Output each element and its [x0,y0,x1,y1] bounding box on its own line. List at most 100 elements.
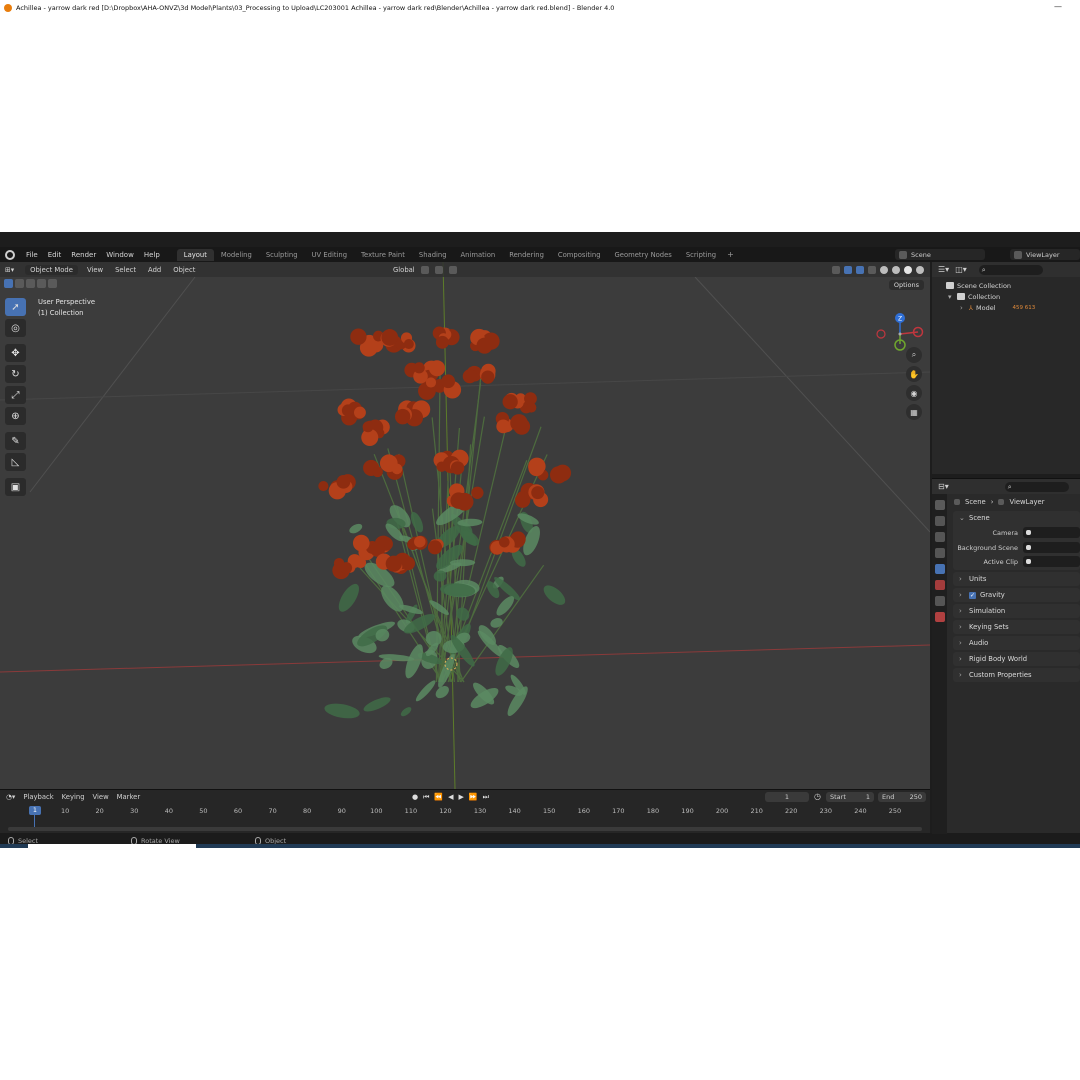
solid-shading-icon[interactable] [892,265,900,274]
pivot-icon[interactable] [420,265,429,274]
current-frame-field[interactable]: 1 [765,792,809,802]
cursor-tool-icon[interactable]: ◎ [5,319,26,337]
rendered-shading-icon[interactable] [916,265,924,274]
active-clip-selector[interactable] [1023,556,1080,567]
workspace-tab-shading[interactable]: Shading [412,249,454,261]
frame-ruler[interactable]: 1 10 20 30 40 50 60 70 80 90 100 110 120 130 140 150 16… [0,805,930,833]
select-box-tool-icon[interactable]: ➚ [5,298,26,316]
record-icon[interactable]: ● [412,793,418,802]
menu-marker[interactable]: Marker [117,793,141,801]
scale-tool-icon[interactable]: ⤢ [5,386,26,404]
next-keyframe-icon[interactable]: ⏩ [469,793,478,802]
menu-keying[interactable]: Keying [62,793,85,801]
editor-type-icon[interactable]: ⊞▾ [0,265,19,275]
outliner-collection[interactable]: ▾ Collection [932,291,1080,302]
viewlayer-selector[interactable]: ViewLayer [1010,249,1080,260]
outliner-search-icon[interactable]: ⌕ [978,264,1043,275]
expand-chevron-icon[interactable]: › [960,304,966,312]
outliner-editor-icon[interactable]: ☰▾ [938,265,949,274]
keying-sets-panel[interactable]: › Keying Sets [953,620,1080,634]
menu-help[interactable]: Help [139,251,165,259]
jump-start-icon[interactable]: ⏮ [423,793,429,802]
timeline-editor-type-icon[interactable]: ◔▾ [6,793,15,801]
menu-render[interactable]: Render [66,251,101,259]
workspace-tab-modeling[interactable]: Modeling [214,249,259,261]
add-workspace-button[interactable]: + [723,250,738,259]
menu-file[interactable]: File [21,251,43,259]
menu-select[interactable]: Select [110,265,141,275]
annotate-tool-icon[interactable]: ✎ [5,432,26,450]
rotate-tool-icon[interactable]: ↻ [5,365,26,383]
camera-view-icon[interactable]: ◉ [906,385,922,401]
material-shading-icon[interactable] [904,265,912,274]
playhead-frame[interactable]: 1 [29,806,41,815]
select-intersect-icon[interactable] [48,279,57,288]
gizmo-toggle-icon[interactable] [844,265,852,274]
proportional-edit-icon[interactable] [448,265,457,274]
orientation-dropdown[interactable]: Global [393,266,415,274]
options-dropdown[interactable]: Options [888,280,924,290]
workspace-tab-layout[interactable]: Layout [176,248,214,261]
workspace-tab-scripting[interactable]: Scripting [679,249,723,261]
workspace-tab-rendering[interactable]: Rendering [502,249,551,261]
prev-keyframe-icon[interactable]: ⏪ [434,793,443,802]
menu-add[interactable]: Add [143,265,166,275]
gravity-panel[interactable]: › ✓ Gravity [953,588,1080,602]
custom-properties-panel[interactable]: › Custom Properties [953,668,1080,682]
select-new-icon[interactable] [4,279,13,288]
menu-playback[interactable]: Playback [23,793,53,801]
zoom-icon[interactable]: ⌕ [906,347,922,363]
simulation-panel[interactable]: › Simulation [953,604,1080,618]
rigid-body-world-panel[interactable]: › Rigid Body World [953,652,1080,666]
pan-hand-icon[interactable]: ✋ [906,366,922,382]
tool-tab-icon[interactable] [934,500,945,510]
properties-search-icon[interactable]: ⌕ [1004,481,1069,492]
expand-chevron-icon[interactable]: ▾ [948,293,954,301]
display-mode-icon[interactable]: ◫▾ [955,265,967,274]
object-mode-dropdown[interactable]: Object Mode [25,264,78,275]
wireframe-shading-icon[interactable] [880,265,888,274]
menu-object[interactable]: Object [168,265,200,275]
jump-end-icon[interactable]: ⏭ [483,793,489,802]
output-tab-icon[interactable] [934,532,945,542]
grid-toggle-icon[interactable]: ▦ [906,404,922,420]
play-reverse-icon[interactable]: ◀ [448,793,453,802]
workspace-tab-animation[interactable]: Animation [454,249,503,261]
add-cube-tool-icon[interactable]: ▣ [5,478,26,496]
xray-icon[interactable] [868,265,876,274]
3d-viewport[interactable]: ⊞▾ Object Mode View Select Add Object Gl… [0,262,930,789]
view-layer-tab-icon[interactable] [934,548,945,558]
background-scene-selector[interactable] [1023,542,1080,553]
outliner-model[interactable]: › ⅄ Model 459 613 [932,302,1080,313]
select-extend-icon[interactable] [15,279,24,288]
camera-selector[interactable] [1023,527,1080,538]
render-tab-icon[interactable] [934,516,945,526]
world-tab-icon[interactable] [934,580,945,590]
gravity-checkbox[interactable]: ✓ [969,591,976,599]
properties-editor-icon[interactable]: ⊟▾ [938,482,949,491]
visibility-icon[interactable] [832,265,840,274]
workspace-tab-compositing[interactable]: Compositing [551,249,608,261]
collection-tab-icon[interactable] [934,596,945,606]
minimize-button[interactable]: — [1054,2,1062,11]
scene-selector[interactable]: Scene [895,249,985,260]
transform-tool-icon[interactable]: ⊕ [5,407,26,425]
select-subtract-icon[interactable] [26,279,35,288]
clock-icon[interactable]: ◷ [814,792,821,801]
play-icon[interactable]: ▶ [459,793,464,802]
workspace-tab-sculpting[interactable]: Sculpting [259,249,305,261]
scene-tab-icon[interactable] [934,564,945,574]
menu-edit[interactable]: Edit [43,251,67,259]
workspace-tab-uv-editing[interactable]: UV Editing [305,249,354,261]
texture-tab-icon[interactable] [934,612,945,622]
snap-icon[interactable] [434,265,443,274]
menu-timeline-view[interactable]: View [93,793,109,801]
audio-panel[interactable]: › Audio [953,636,1080,650]
measure-tool-icon[interactable]: ◺ [5,453,26,471]
menu-window[interactable]: Window [101,251,139,259]
overlay-toggle-icon[interactable] [856,265,864,274]
timeline-scrollbar[interactable] [8,827,922,831]
end-frame-field[interactable]: End 250 [878,792,926,802]
workspace-tab-geometry-nodes[interactable]: Geometry Nodes [608,249,679,261]
move-tool-icon[interactable]: ✥ [5,344,26,362]
